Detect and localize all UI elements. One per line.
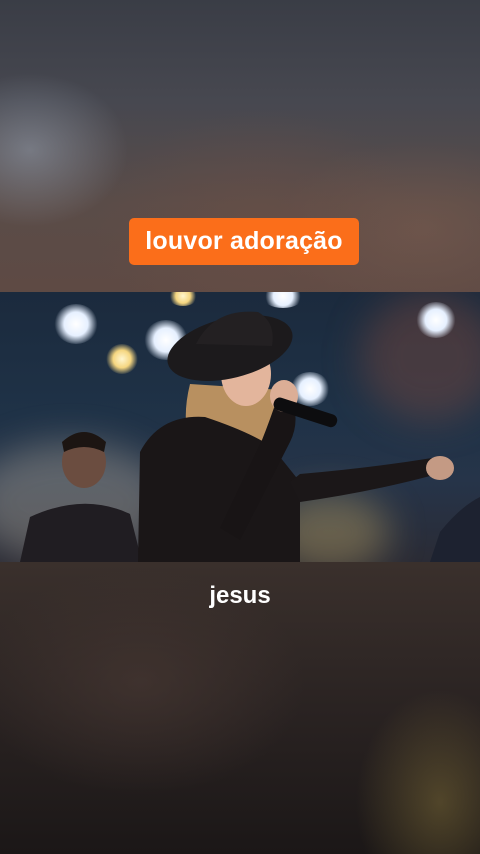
video-screen: louvor adoração jesus (0, 0, 480, 854)
video-frame[interactable] (0, 292, 480, 562)
caption-text: jesus (209, 582, 271, 609)
title-badge: louvor adoração (129, 218, 359, 265)
background-musician (20, 432, 142, 562)
performers-illustration (20, 311, 480, 562)
singer (138, 311, 454, 562)
background-person (430, 497, 480, 562)
title-text: louvor adoração (145, 227, 343, 255)
